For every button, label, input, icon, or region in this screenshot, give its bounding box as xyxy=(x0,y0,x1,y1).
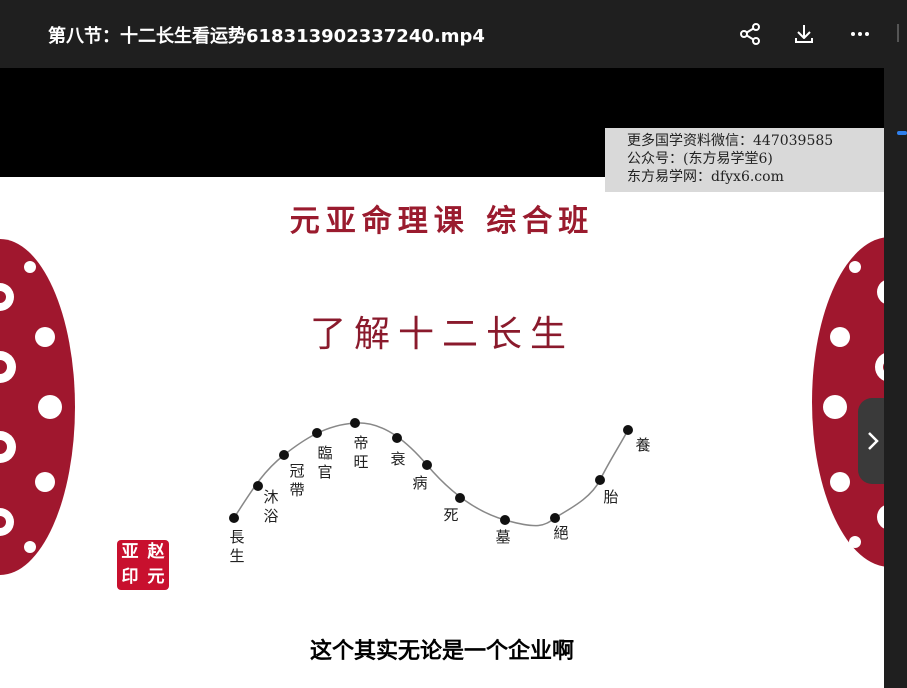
seal-char: 亚 xyxy=(121,542,139,562)
stage-label: 臨官 xyxy=(317,444,333,481)
window-title: 第八节：十二长生看运势618313902337240.mp4 xyxy=(48,26,485,47)
stage-label: 病 xyxy=(412,474,428,492)
stage-point xyxy=(312,428,322,438)
stage-point xyxy=(595,475,605,485)
stage-label: 衰 xyxy=(390,450,406,468)
seal-char: 元 xyxy=(147,567,165,587)
stages-curve xyxy=(229,418,633,527)
seal-stamp: 亚 赵 印 元 xyxy=(117,540,169,590)
stage-point xyxy=(422,460,432,470)
stage-label: 絕 xyxy=(553,524,569,542)
divider xyxy=(897,24,899,42)
scrollbar-track[interactable] xyxy=(884,68,907,688)
seal-char: 印 xyxy=(121,567,139,587)
download-icon xyxy=(795,25,813,43)
stage-label: 長生 xyxy=(229,528,245,565)
stage-point xyxy=(623,425,633,435)
share-button[interactable] xyxy=(735,19,765,49)
share-icon xyxy=(740,23,760,45)
download-button[interactable] xyxy=(789,19,819,49)
more-button[interactable] xyxy=(845,19,875,49)
stage-label: 死 xyxy=(443,506,459,524)
stage-point xyxy=(455,493,465,503)
stage-label: 沐浴 xyxy=(263,488,279,525)
title-bar: 第八节：十二长生看运势618313902337240.mp4 xyxy=(0,0,907,68)
stage-label: 冠帶 xyxy=(289,462,305,499)
stage-point xyxy=(229,513,239,523)
stage-label: 帝旺 xyxy=(353,434,369,471)
stage-point xyxy=(392,433,402,443)
stage-label: 養 xyxy=(635,436,651,454)
stage-point xyxy=(279,450,289,460)
stage-label: 墓 xyxy=(495,528,511,546)
stage-point xyxy=(550,513,560,523)
seal-char: 赵 xyxy=(147,542,165,562)
stage-point xyxy=(350,418,360,428)
stage-label: 胎 xyxy=(603,488,619,506)
stage-point xyxy=(500,515,510,525)
more-dots-icon xyxy=(851,32,869,36)
video-subtitle: 这个其实无论是一个企业啊 xyxy=(309,639,574,664)
scrollbar-thumb[interactable] xyxy=(897,131,907,135)
